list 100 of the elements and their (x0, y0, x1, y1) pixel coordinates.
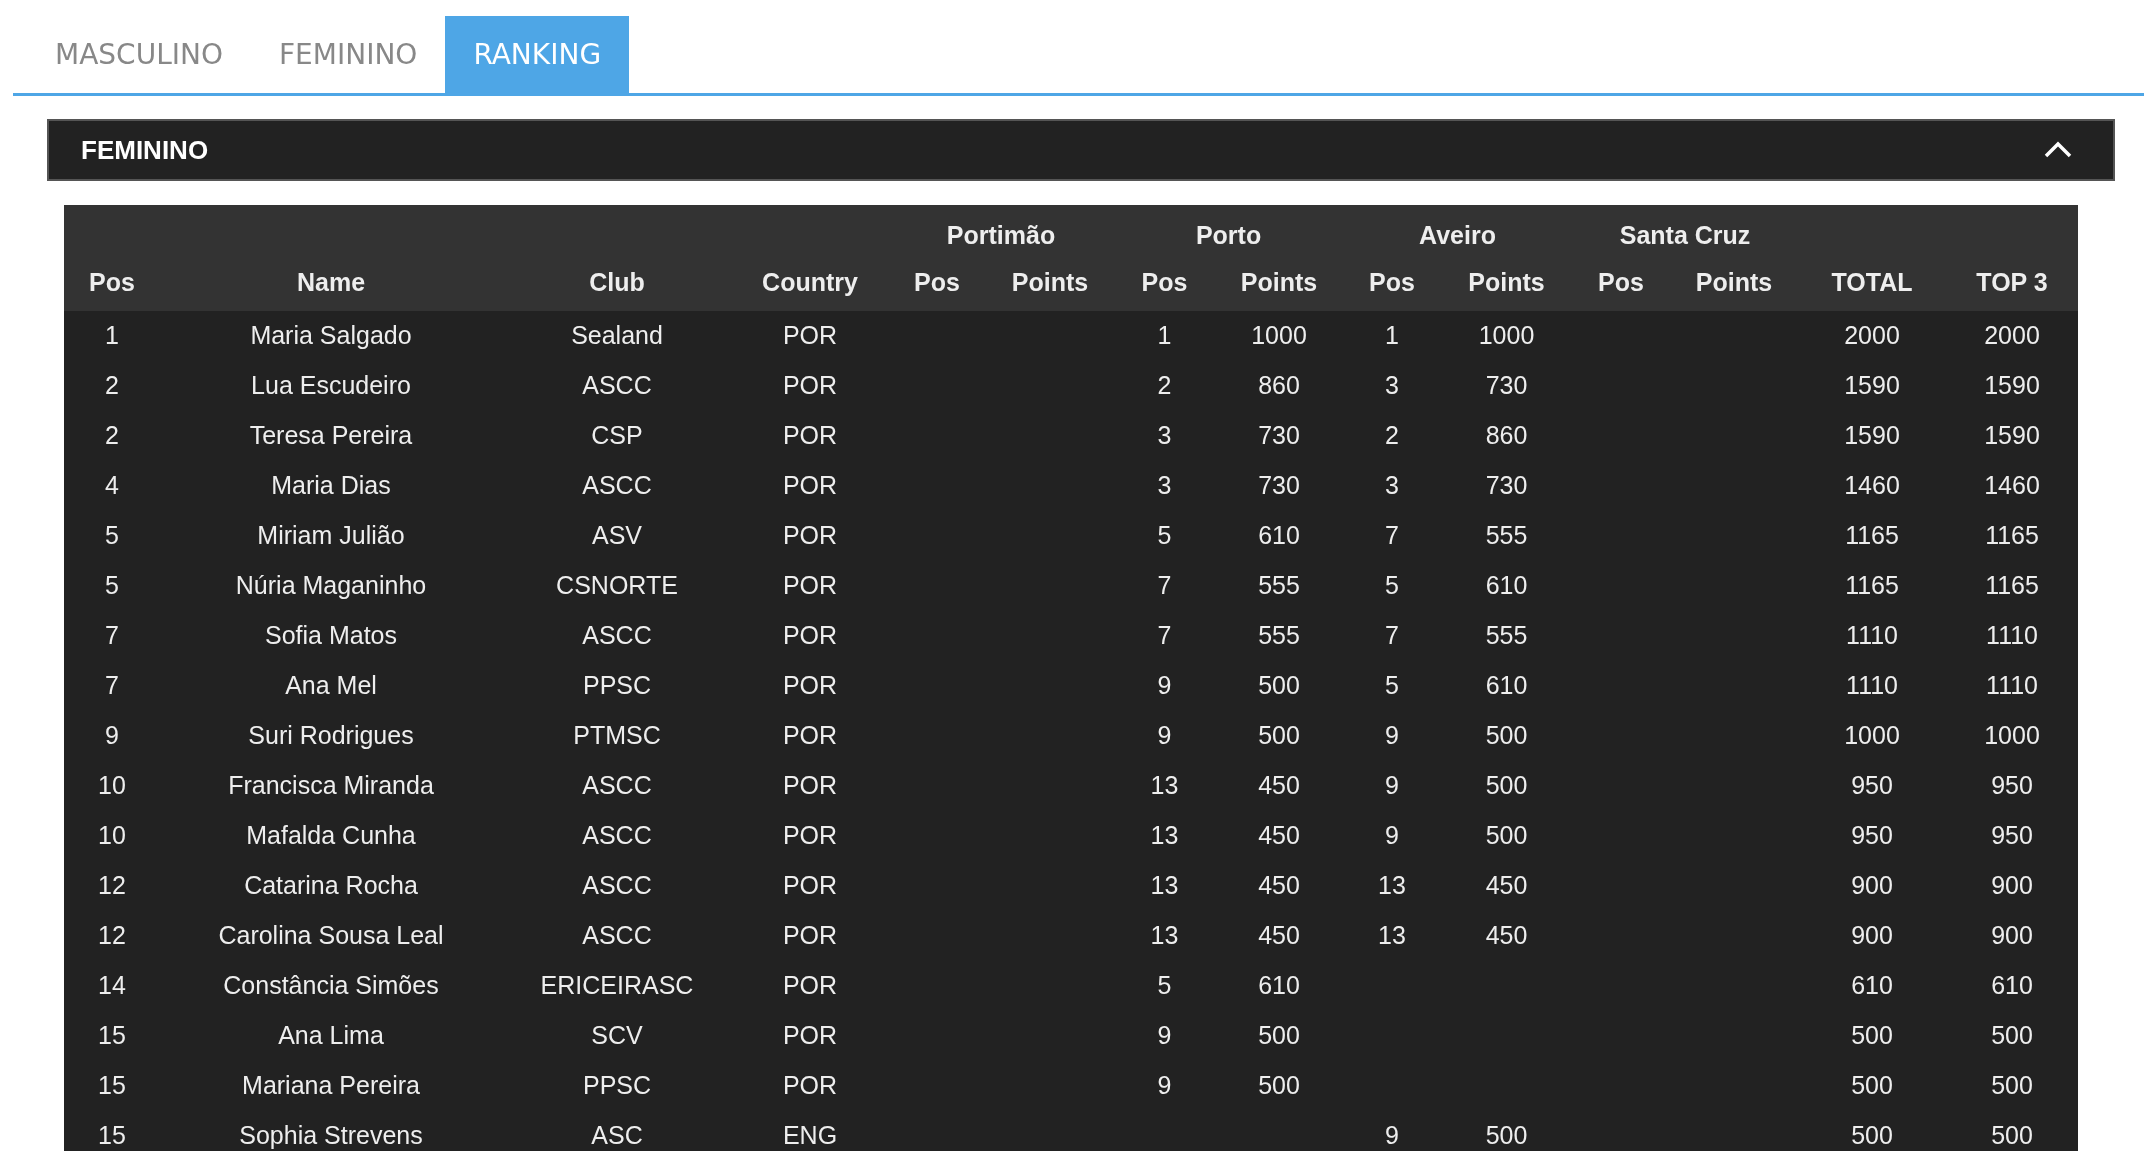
event-points-cell: 450 (1485, 870, 1528, 899)
column-header: Pos (89, 267, 135, 296)
column-header: Country (762, 267, 858, 296)
event-position-cell: 13 (1150, 770, 1179, 799)
total-cell: 1165 (1845, 520, 1899, 549)
club-cell: ASCC (582, 620, 652, 649)
total-cell: 1110 (1846, 620, 1898, 649)
total-cell: 900 (1851, 870, 1893, 899)
country-cell: POR (782, 620, 838, 649)
tab[interactable]: RANKING (445, 16, 630, 93)
event-points-cell: 610 (1258, 520, 1300, 549)
event-position-cell: 9 (1385, 820, 1399, 849)
position-cell: 5 (105, 520, 119, 549)
position-cell: 12 (98, 920, 126, 949)
country-cell: POR (782, 870, 838, 899)
event-points-cell: 500 (1258, 1020, 1300, 1049)
total-cell: 2000 (1844, 320, 1900, 349)
event-position-cell: 3 (1385, 370, 1399, 399)
position-cell: 15 (98, 1120, 126, 1149)
name-cell: Mafalda Cunha (246, 820, 416, 849)
tab[interactable]: FEMININO (251, 16, 446, 93)
total-cell: 500 (1851, 1120, 1893, 1149)
name-cell: Sophia Strevens (239, 1120, 423, 1149)
club-cell: ASCC (582, 470, 652, 499)
top3-cell: 950 (1991, 820, 2033, 849)
event-position-cell: 7 (1157, 620, 1172, 649)
event-position-cell: 1 (1157, 320, 1172, 349)
chevron-up-icon[interactable] (2043, 141, 2073, 159)
name-cell: Ana Lima (278, 1020, 384, 1049)
club-cell: ASC (591, 1120, 643, 1149)
event-points-cell: 500 (1485, 770, 1528, 799)
event-points-cell: 1000 (1478, 320, 1535, 349)
club-cell: Sealand (571, 320, 663, 349)
event-position-cell: 9 (1385, 770, 1399, 799)
name-cell: Suri Rodrigues (248, 720, 414, 749)
name-cell: Miriam Julião (257, 520, 405, 549)
event-position-cell: 9 (1385, 1120, 1399, 1149)
position-cell: 7 (105, 620, 119, 649)
event-position-cell: 3 (1385, 470, 1399, 499)
event-position-cell: 13 (1378, 870, 1406, 899)
top3-cell: 2000 (1984, 320, 2040, 349)
top3-cell: 900 (1991, 870, 2033, 899)
column-header: Pos (1598, 267, 1644, 296)
event-position-cell: 9 (1157, 1070, 1172, 1099)
tab[interactable]: MASCULINO (27, 16, 251, 93)
event-points-cell: 450 (1485, 920, 1528, 949)
club-cell: PPSC (582, 670, 652, 699)
event-points-cell: 450 (1258, 770, 1300, 799)
event-points-cell: 450 (1258, 820, 1300, 849)
event-position-cell: 3 (1157, 470, 1172, 499)
name-cell: Sofia Matos (265, 620, 397, 649)
top3-cell: 1590 (1984, 370, 2040, 399)
club-cell: CSP (591, 420, 643, 449)
name-cell: Constância Simões (223, 970, 439, 999)
column-header: Name (296, 267, 366, 296)
event-position-cell: 5 (1385, 670, 1399, 699)
event-points-cell: 500 (1485, 720, 1528, 749)
position-cell: 15 (98, 1070, 126, 1099)
country-cell: POR (782, 320, 838, 349)
country-cell: POR (782, 570, 838, 599)
event-points-cell: 500 (1258, 1070, 1300, 1099)
panel-header[interactable]: FEMININO (47, 119, 2115, 181)
total-cell: 950 (1851, 770, 1893, 799)
event-points-cell: 555 (1485, 520, 1528, 549)
event-points-cell: 555 (1258, 620, 1300, 649)
event-points-cell: 555 (1485, 620, 1528, 649)
country-cell: POR (782, 970, 838, 999)
club-cell: ASCC (582, 920, 652, 949)
column-header: Club (589, 267, 645, 296)
event-position-cell: 13 (1378, 920, 1406, 949)
position-cell: 4 (105, 470, 119, 499)
top3-cell: 500 (1991, 1070, 2033, 1099)
position-cell: 1 (105, 320, 119, 349)
position-cell: 5 (105, 570, 119, 599)
top3-cell: 610 (1991, 970, 2033, 999)
column-header: TOP 3 (1976, 267, 2048, 296)
total-cell: 1000 (1844, 720, 1900, 749)
top3-cell: 500 (1991, 1120, 2033, 1149)
country-cell: POR (782, 1070, 838, 1099)
event-position-cell: 13 (1150, 920, 1179, 949)
event-points-cell: 730 (1485, 470, 1528, 499)
column-header: Points (1695, 267, 1773, 296)
event-points-cell: 860 (1485, 420, 1528, 449)
column-header: TOTAL (1831, 267, 1913, 296)
country-cell: POR (782, 720, 838, 749)
position-cell: 15 (98, 1020, 126, 1049)
panel-title: FEMININO (81, 133, 209, 167)
total-cell: 610 (1851, 970, 1893, 999)
club-cell: ERICEIRASC (540, 970, 694, 999)
event-points-cell: 1000 (1251, 320, 1307, 349)
name-cell: Mariana Pereira (242, 1070, 420, 1099)
total-cell: 1110 (1846, 670, 1898, 699)
name-cell: Francisca Miranda (228, 770, 434, 799)
event-points-cell: 450 (1258, 870, 1300, 899)
name-cell: Lua Escudeiro (251, 370, 411, 399)
event-position-cell: 9 (1157, 1020, 1172, 1049)
name-cell: Maria Salgado (250, 320, 412, 349)
event-points-cell: 730 (1258, 420, 1300, 449)
club-cell: ASCC (582, 820, 652, 849)
event-points-cell: 610 (1485, 670, 1528, 699)
